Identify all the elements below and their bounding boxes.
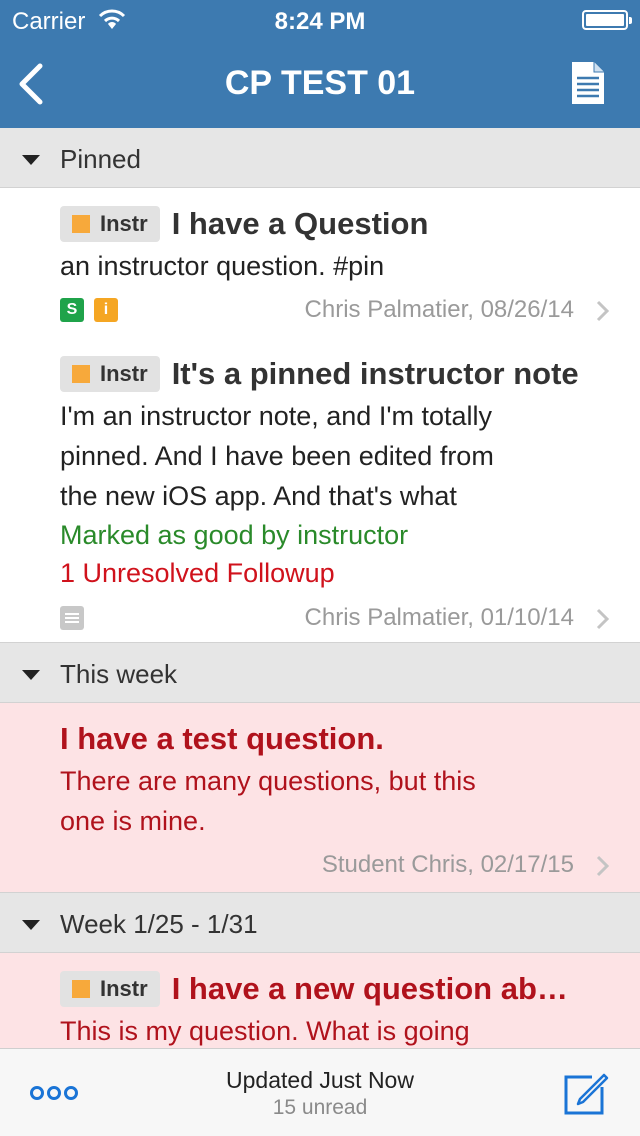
section-header-pinned[interactable]: Pinned (0, 128, 640, 188)
post-list[interactable]: Pinned Instr I have a Question an instru… (0, 128, 640, 1048)
document-icon[interactable] (570, 60, 606, 106)
post-snippet: I'm an instructor note, and I'm totally … (60, 401, 494, 511)
note-icon (60, 606, 84, 630)
post-title: It's a pinned instructor note (171, 356, 579, 391)
post-author: Chris Palmatier, 08/26/14 (304, 296, 574, 323)
instructor-tag-icon: i (94, 298, 118, 322)
collapse-triangle-icon (22, 670, 40, 680)
navigation-bar: Carrier 8:24 PM CP TEST 01 (0, 0, 640, 128)
post-snippet: an instructor question. #pin (60, 251, 385, 281)
instructor-badge: Instr (60, 971, 160, 1007)
post-author: Chris Palmatier, 01/10/14 (304, 604, 574, 631)
section-label: Pinned (60, 144, 141, 174)
status-bar: Carrier 8:24 PM (0, 0, 640, 40)
followup-count: 1 Unresolved Followup (60, 558, 335, 588)
list-item[interactable]: Instr I have a Question an instructor qu… (0, 188, 640, 339)
post-title: I have a Question (171, 206, 429, 241)
status-time: 8:24 PM (274, 8, 366, 35)
post-author: Student Chris, 02/17/15 (321, 851, 574, 878)
post-title: I have a new question ab… (171, 971, 568, 1006)
chevron-right-icon (596, 300, 610, 322)
section-header-week-range[interactable]: Week 1/25 - 1/31 (0, 893, 640, 953)
post-snippet: This is my question. What is going (60, 1016, 470, 1046)
student-tag-icon: S (60, 298, 84, 322)
list-item[interactable]: Instr It's a pinned instructor note I'm … (0, 338, 640, 643)
compose-icon[interactable] (562, 1069, 610, 1117)
section-label: This week (60, 659, 178, 689)
post-snippet: There are many questions, but this one i… (60, 766, 476, 836)
unread-count: 15 unread (272, 1096, 368, 1119)
chevron-right-icon (596, 608, 610, 630)
list-item[interactable]: Instr I have a new question ab… This is … (0, 953, 640, 1048)
section-label: Week 1/25 - 1/31 (60, 909, 258, 939)
page-title: CP TEST 01 (224, 64, 416, 102)
instructor-badge: Instr (60, 356, 160, 392)
updated-status: Updated Just Now (226, 1067, 414, 1093)
good-answer-note: Marked as good by instructor (60, 520, 409, 550)
battery-icon (582, 10, 632, 30)
collapse-triangle-icon (22, 920, 40, 930)
chevron-right-icon (596, 855, 610, 877)
section-header-this-week[interactable]: This week (0, 643, 640, 703)
post-title: I have a test question. (60, 721, 384, 756)
instructor-badge: Instr (60, 206, 160, 242)
collapse-triangle-icon (22, 155, 40, 165)
bottom-toolbar: Updated Just Now 15 unread (0, 1048, 640, 1136)
list-item[interactable]: I have a test question. There are many q… (0, 703, 640, 893)
